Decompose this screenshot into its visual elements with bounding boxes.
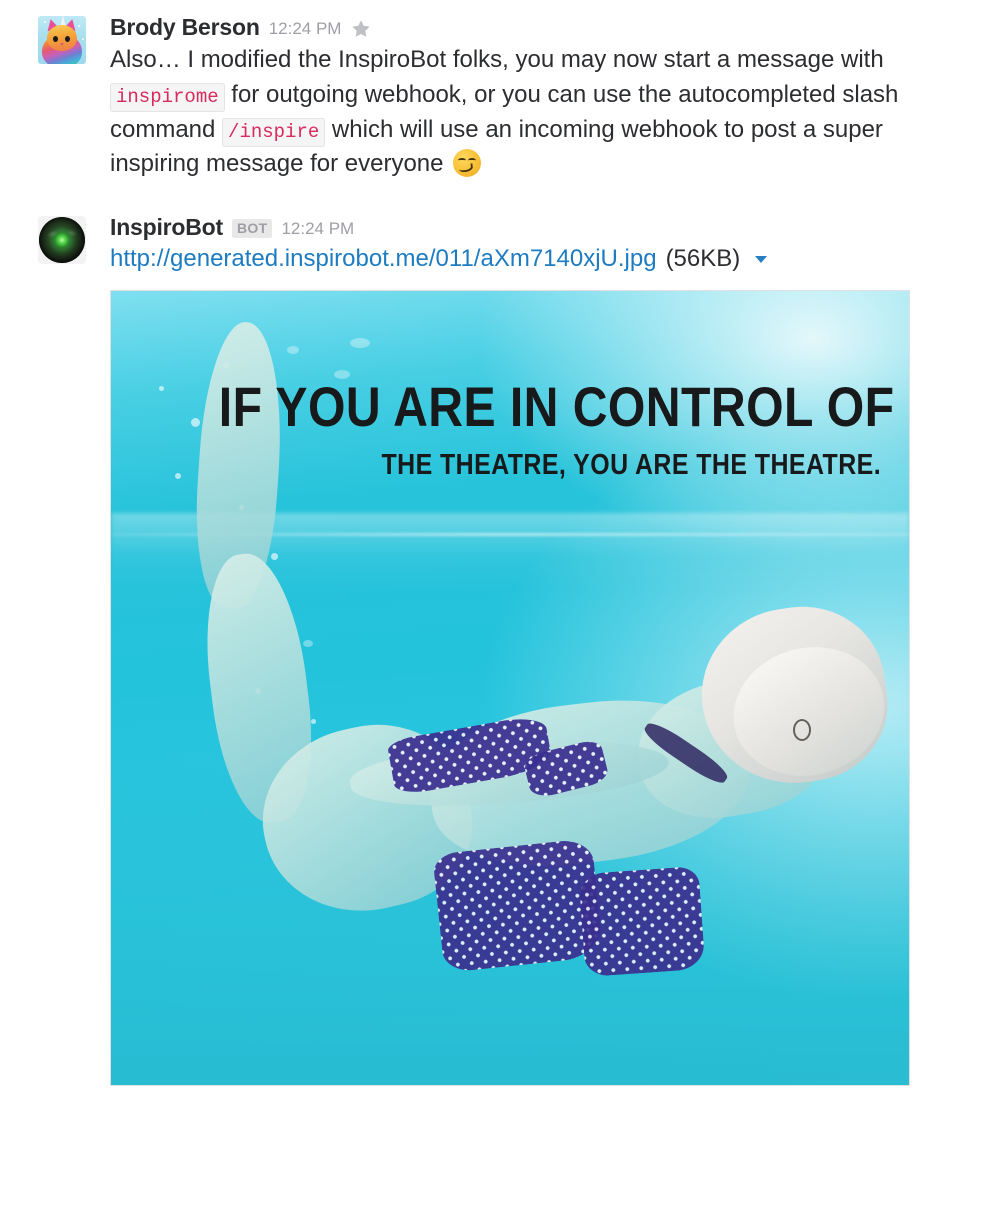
star-icon[interactable] xyxy=(350,18,372,40)
chevron-down-icon[interactable] xyxy=(751,249,771,269)
message-timestamp[interactable]: 12:24 PM xyxy=(269,20,342,37)
bot-badge: BOT xyxy=(232,219,273,239)
message-timestamp[interactable]: 12:24 PM xyxy=(281,220,354,237)
poster-headline: IF YOU ARE IN CONTROL OF xyxy=(218,374,895,438)
file-link-row: http://generated.inspirobot.me/011/aXm71… xyxy=(110,243,962,275)
message-text: Also… I modified the InspiroBot folks, y… xyxy=(110,43,962,182)
file-size-label: (56KB) xyxy=(665,245,741,273)
avatar[interactable] xyxy=(38,16,86,64)
author-name[interactable]: InspiroBot xyxy=(110,216,223,239)
inline-code-inspirome: inspirome xyxy=(110,82,225,112)
message-body: InspiroBot BOT 12:24 PM http://generated… xyxy=(110,216,962,1086)
poster-background: IF YOU ARE IN CONTROL OF THE THEATRE, YO… xyxy=(111,290,909,1085)
smirking-face-emoji xyxy=(453,149,482,178)
message-header: Brody Berson 12:24 PM xyxy=(110,16,962,39)
attached-image[interactable]: IF YOU ARE IN CONTROL OF THE THEATRE, YO… xyxy=(110,289,910,1086)
message-body: Brody Berson 12:24 PM Also… I modified t… xyxy=(110,16,962,182)
poster-subline: THE THEATRE, YOU ARE THE THEATRE. xyxy=(381,448,882,481)
inline-code-inspire-command: /inspire xyxy=(222,117,326,147)
message-feed: Brody Berson 12:24 PM Also… I modified t… xyxy=(0,0,982,1086)
message-header: InspiroBot BOT 12:24 PM xyxy=(110,216,962,239)
message-inspirobot: InspiroBot BOT 12:24 PM http://generated… xyxy=(0,204,982,1086)
poster-text-overlay: IF YOU ARE IN CONTROL OF THE THEATRE, YO… xyxy=(111,374,909,482)
avatar[interactable] xyxy=(38,216,86,265)
message-text-part-1: Also… I modified the InspiroBot folks, y… xyxy=(110,46,884,73)
file-url-link[interactable]: http://generated.inspirobot.me/011/aXm71… xyxy=(110,243,657,275)
author-name[interactable]: Brody Berson xyxy=(110,16,260,39)
message-brody-berson: Brody Berson 12:24 PM Also… I modified t… xyxy=(0,0,982,182)
